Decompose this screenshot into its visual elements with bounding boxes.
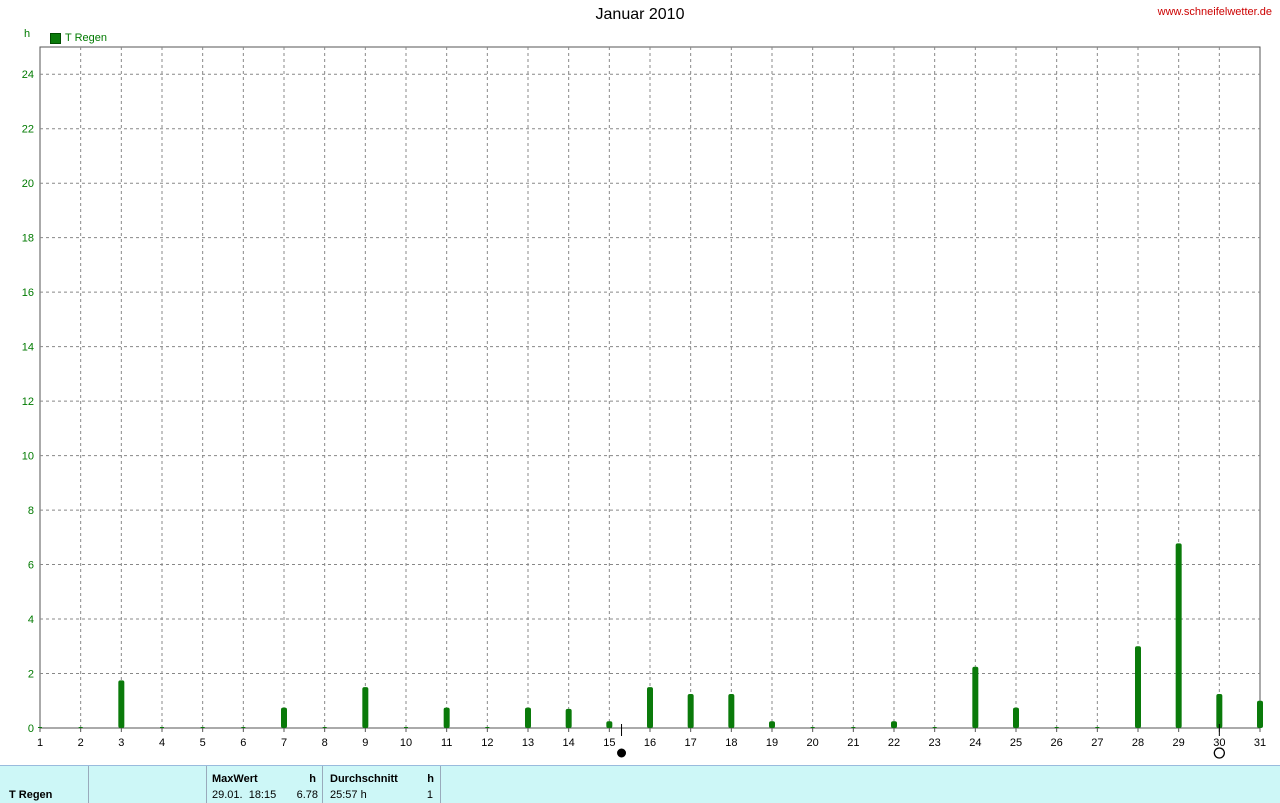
x-tick-label: 18 bbox=[725, 737, 737, 749]
bar-zero bbox=[78, 727, 83, 728]
bar bbox=[281, 707, 287, 728]
avg-header: Durchschnitt bbox=[330, 773, 398, 785]
x-tick-label: 9 bbox=[362, 737, 368, 749]
y-tick-label: 14 bbox=[22, 342, 34, 354]
x-tick-label: 30 bbox=[1213, 737, 1225, 749]
x-tick-label: 26 bbox=[1051, 737, 1063, 749]
y-tick-label: 0 bbox=[28, 723, 34, 735]
stats-max-cell: MaxWert h 29.01. 18:15 6.78 bbox=[206, 766, 323, 803]
x-tick-label: 17 bbox=[685, 737, 697, 749]
bar bbox=[565, 708, 572, 728]
x-tick-label: 7 bbox=[281, 737, 287, 749]
x-tick-label: 24 bbox=[969, 737, 981, 749]
x-tick-label: 28 bbox=[1132, 737, 1144, 749]
bar-zero bbox=[160, 727, 164, 728]
x-tick-label: 19 bbox=[766, 737, 778, 749]
stats-empty-cell bbox=[88, 766, 207, 803]
x-tick-label: 3 bbox=[118, 737, 124, 749]
y-tick-label: 6 bbox=[28, 560, 34, 572]
y-tick-label: 2 bbox=[28, 669, 34, 681]
bar bbox=[525, 707, 531, 728]
bar-zero bbox=[851, 727, 856, 728]
x-tick-label: 8 bbox=[322, 737, 328, 749]
x-tick-label: 27 bbox=[1091, 737, 1103, 749]
max-unit: h bbox=[309, 773, 316, 785]
x-tick-label: 11 bbox=[441, 737, 452, 749]
bar bbox=[687, 693, 694, 728]
y-tick-label: 12 bbox=[22, 396, 34, 408]
avg-duration: 25:57 h bbox=[330, 789, 367, 801]
y-tick-label: 20 bbox=[22, 178, 34, 190]
bar bbox=[972, 666, 979, 728]
bar-zero bbox=[1054, 727, 1059, 728]
x-tick-label: 5 bbox=[200, 737, 206, 749]
x-tick-label: 2 bbox=[78, 737, 84, 749]
x-tick-label: 14 bbox=[563, 737, 575, 749]
bar-zero bbox=[241, 727, 246, 728]
x-tick-label: 23 bbox=[929, 737, 941, 749]
x-tick-label: 25 bbox=[1010, 737, 1022, 749]
max-header: MaxWert bbox=[212, 773, 258, 785]
y-tick-label: 24 bbox=[22, 69, 34, 81]
full-moon-icon bbox=[1213, 747, 1225, 759]
stats-label-cell: T Regen bbox=[0, 766, 89, 803]
y-tick-label: 22 bbox=[22, 124, 34, 136]
y-tick-label: 10 bbox=[22, 451, 34, 463]
x-tick-label: 31 bbox=[1254, 737, 1266, 749]
stats-panel: T Regen MaxWert h 29.01. 18:15 6.78 Durc… bbox=[0, 765, 1280, 803]
bar bbox=[1175, 543, 1182, 728]
bar bbox=[647, 687, 653, 728]
bar-zero bbox=[200, 727, 205, 728]
x-tick-label: 15 bbox=[603, 737, 615, 749]
bar-zero bbox=[810, 727, 815, 728]
bar bbox=[769, 721, 775, 728]
stats-row-label: T Regen bbox=[9, 789, 53, 801]
max-time: 29.01. 18:15 bbox=[212, 789, 277, 801]
bar bbox=[1216, 693, 1223, 728]
bar-zero bbox=[322, 727, 327, 728]
y-tick-label: 16 bbox=[22, 287, 34, 299]
x-tick-label: 12 bbox=[481, 737, 493, 749]
bar-zero bbox=[404, 727, 408, 728]
bar bbox=[362, 687, 369, 728]
y-tick-label: 18 bbox=[22, 233, 34, 245]
x-tick-label: 6 bbox=[240, 737, 246, 749]
bar bbox=[1257, 700, 1263, 728]
bar-zero bbox=[485, 727, 490, 728]
y-tick-label: 8 bbox=[28, 505, 34, 517]
bar-zero bbox=[1095, 727, 1100, 728]
avg-value: 1 bbox=[426, 789, 433, 801]
bar bbox=[728, 693, 735, 728]
bar bbox=[1135, 646, 1141, 728]
x-tick-label: 13 bbox=[522, 737, 534, 749]
bar bbox=[118, 680, 125, 728]
x-tick-label: 16 bbox=[644, 737, 656, 749]
bar bbox=[443, 707, 450, 728]
y-tick-label: 4 bbox=[28, 614, 34, 626]
x-tick-label: 29 bbox=[1173, 737, 1185, 749]
x-tick-label: 22 bbox=[888, 737, 900, 749]
new-moon-icon bbox=[617, 748, 627, 758]
bar bbox=[606, 721, 613, 728]
bar-zero bbox=[38, 727, 42, 728]
x-tick-label: 21 bbox=[847, 737, 859, 749]
max-value: 6.78 bbox=[296, 789, 318, 801]
x-tick-label: 20 bbox=[807, 737, 819, 749]
avg-unit: h bbox=[427, 773, 434, 785]
x-tick-label: 4 bbox=[159, 737, 165, 749]
chart-plot: 0246810121416182022241 2 3 4 5 6 7 8 9 10 11 12 13 14… bbox=[22, 46, 1266, 759]
bar-zero bbox=[932, 727, 937, 728]
bar bbox=[1013, 707, 1019, 728]
bar bbox=[891, 721, 897, 728]
stats-avg-cell: Durchschnitt h 25:57 h 1 bbox=[323, 766, 441, 803]
x-tick-label: 10 bbox=[400, 737, 412, 749]
x-tick-label: 1 bbox=[37, 737, 43, 749]
